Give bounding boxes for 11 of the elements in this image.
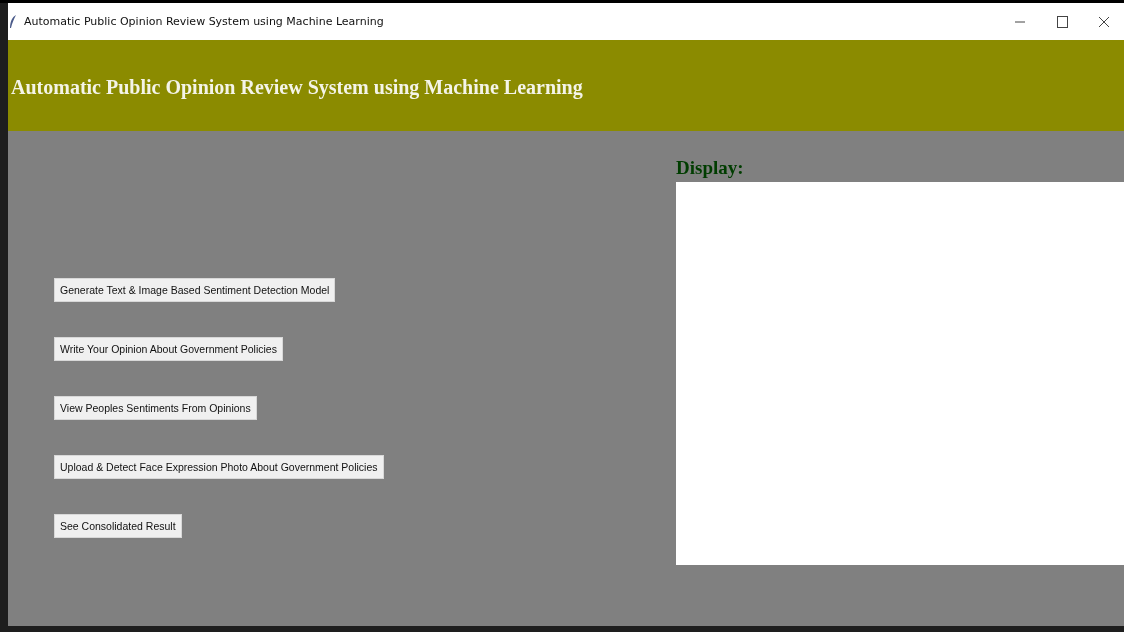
close-icon[interactable] [1098,15,1110,28]
feather-icon [9,14,17,29]
app-title: Automatic Public Opinion Review System using Machine Learning [11,76,583,99]
action-button[interactable]: View Peoples Sentiments From Opinions [54,396,257,420]
action-button[interactable]: Upload & Detect Face Expression Photo About Government Policies [54,455,384,479]
maximize-icon[interactable] [1056,15,1068,28]
display-label: Display: [676,156,745,180]
action-button[interactable]: Write Your Opinion About Government Policies [54,337,283,361]
action-button[interactable]: See Consolidated Result [54,514,182,538]
action-button[interactable]: Generate Text & Image Based Sentiment Detection Model [54,278,336,302]
window-title: Automatic Public Opinion Review System using Machine Learning [24,15,384,28]
